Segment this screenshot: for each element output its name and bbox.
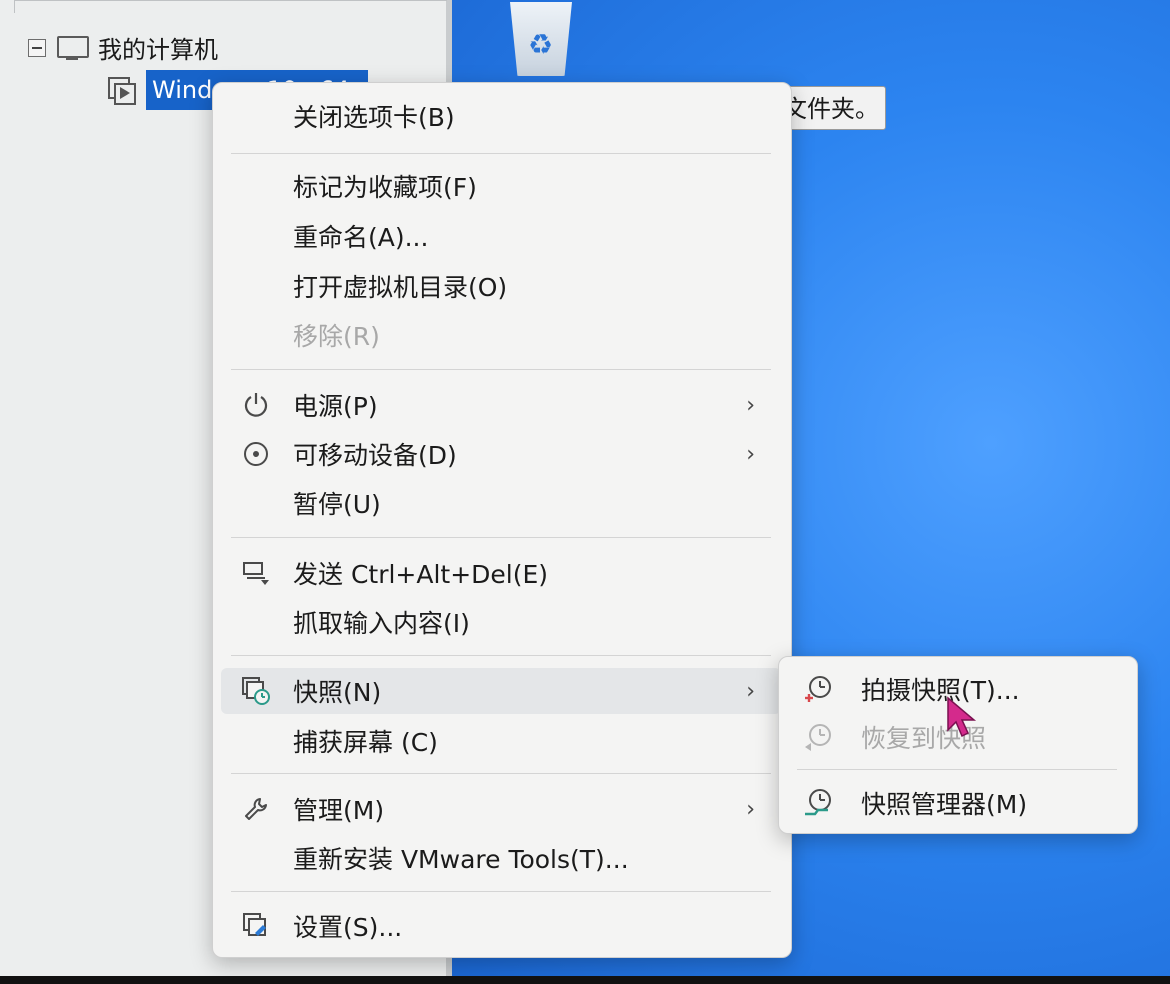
- menu-item-send-ctrl-alt-del[interactable]: 发送 Ctrl+Alt+Del(E): [221, 550, 781, 596]
- menu-item-capture-screen[interactable]: 捕获屏幕 (C): [221, 718, 781, 764]
- removable-device-icon: [239, 437, 273, 471]
- settings-icon: [239, 909, 273, 943]
- submenu-separator: [797, 769, 1117, 770]
- chevron-right-icon: ›: [746, 796, 755, 822]
- menu-item-pause[interactable]: 暂停(U): [221, 480, 781, 526]
- menu-item-grab-input[interactable]: 抓取输入内容(I): [221, 599, 781, 645]
- menu-item-manage[interactable]: 管理(M) ›: [221, 786, 781, 832]
- menu-item-rename[interactable]: 重命名(A)...: [221, 213, 781, 259]
- submenu-item-label: 快照管理器(M): [861, 790, 1028, 819]
- snapshot-submenu: 拍摄快照(T)... 恢复到快照 快照管理器(M): [778, 656, 1138, 834]
- menu-separator: [231, 537, 771, 538]
- menu-item-close-tab[interactable]: 关闭选项卡(B): [221, 93, 781, 139]
- menu-item-label: 捕获屏幕 (C): [293, 728, 438, 757]
- menu-item-label: 重命名(A)...: [293, 223, 429, 252]
- recycle-bin-icon[interactable]: ♻: [498, 0, 588, 84]
- menu-item-label: 可移动设备(D): [293, 441, 457, 470]
- menu-item-label: 发送 Ctrl+Alt+Del(E): [293, 560, 549, 589]
- menu-separator: [231, 153, 771, 154]
- revert-snapshot-icon: [801, 720, 835, 754]
- vm-icon: [106, 75, 136, 105]
- menu-item-power[interactable]: 电源(P) ›: [221, 382, 781, 428]
- chevron-right-icon: ›: [746, 678, 755, 704]
- menu-item-reinstall-vmware-tools[interactable]: 重新安装 VMware Tools(T)...: [221, 835, 781, 881]
- send-keys-icon: [239, 556, 273, 590]
- panel-border: [14, 0, 447, 13]
- menu-item-removable-devices[interactable]: 可移动设备(D) ›: [221, 431, 781, 477]
- bottom-border: [0, 976, 1170, 984]
- menu-item-remove: 移除(R): [221, 312, 781, 358]
- submenu-item-snapshot-manager[interactable]: 快照管理器(M): [787, 779, 1127, 827]
- power-icon: [239, 388, 273, 422]
- snapshot-manager-icon: [801, 786, 835, 820]
- menu-item-label: 标记为收藏项(F): [293, 173, 477, 202]
- chevron-right-icon: ›: [746, 441, 755, 467]
- take-snapshot-icon: [801, 672, 835, 706]
- menu-item-label: 电源(P): [293, 392, 378, 421]
- snapshot-icon: [239, 674, 273, 708]
- mouse-cursor-icon: [947, 696, 977, 738]
- tree-root-label: 我的计算机: [98, 36, 218, 64]
- menu-item-label: 管理(M): [293, 796, 385, 825]
- menu-item-snapshot[interactable]: 快照(N) ›: [221, 668, 781, 714]
- menu-separator: [231, 773, 771, 774]
- menu-item-label: 暂停(U): [293, 490, 381, 519]
- context-menu: 关闭选项卡(B) 标记为收藏项(F) 重命名(A)... 打开虚拟机目录(O) …: [212, 82, 792, 958]
- menu-separator: [231, 369, 771, 370]
- tree-item-my-computer[interactable]: 我的计算机: [28, 30, 218, 65]
- computer-icon: [56, 35, 89, 61]
- menu-item-label: 快照(N): [293, 678, 382, 707]
- menu-item-label: 抓取输入内容(I): [293, 609, 470, 638]
- collapse-icon[interactable]: [28, 38, 46, 57]
- menu-separator: [231, 655, 771, 656]
- recycle-logo-icon: ♻: [528, 28, 554, 61]
- menu-item-label: 设置(S)...: [293, 913, 403, 942]
- menu-item-label: 移除(R): [293, 322, 380, 351]
- menu-item-label: 打开虚拟机目录(O): [293, 273, 508, 302]
- submenu-item-label: 拍摄快照(T)...: [861, 676, 1020, 705]
- menu-item-mark-favorite[interactable]: 标记为收藏项(F): [221, 163, 781, 209]
- menu-item-open-vm-directory[interactable]: 打开虚拟机目录(O): [221, 263, 781, 309]
- menu-item-settings[interactable]: 设置(S)...: [221, 903, 781, 949]
- menu-item-label: 重新安装 VMware Tools(T)...: [293, 845, 629, 874]
- wrench-icon: [239, 792, 273, 826]
- menu-item-label: 关闭选项卡(B): [293, 103, 455, 132]
- menu-separator: [231, 891, 771, 892]
- chevron-right-icon: ›: [746, 392, 755, 418]
